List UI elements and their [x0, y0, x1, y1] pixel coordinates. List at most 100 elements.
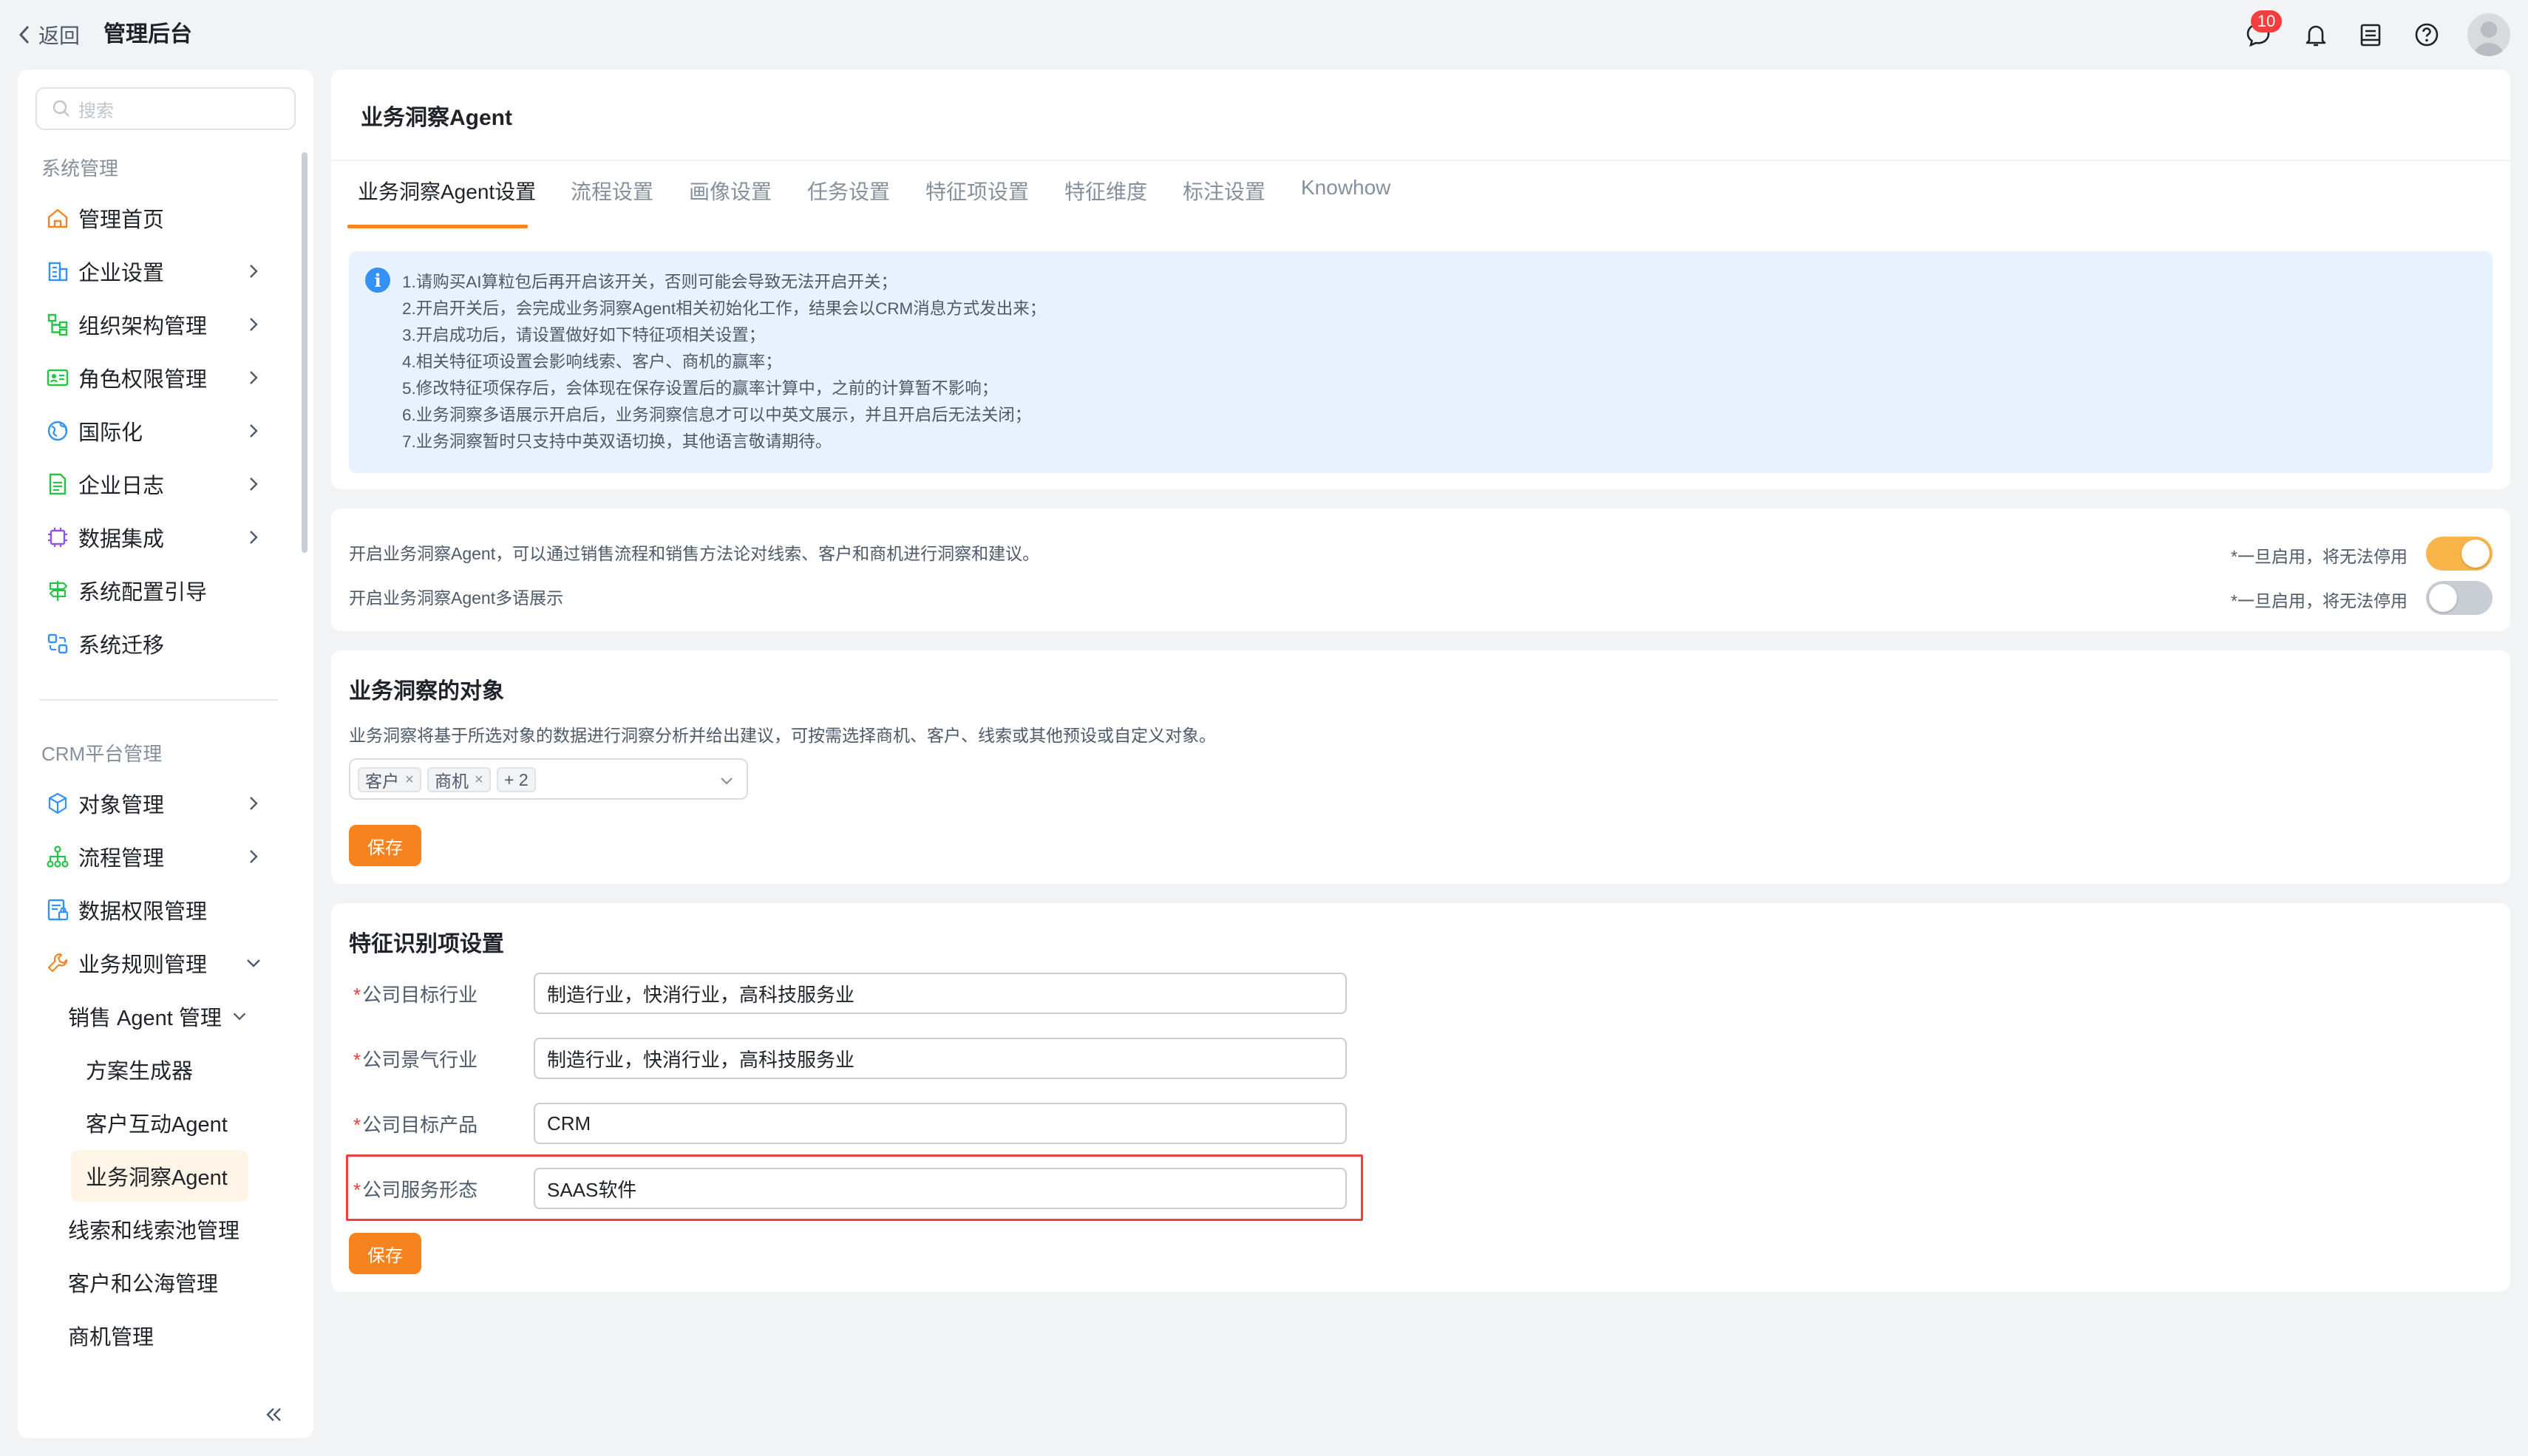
notice-line: 6.业务洞察多语展示开启后，业务洞察信息才可以中英文展示，并且开启后无法关闭；: [402, 406, 1032, 424]
bell-icon: [2306, 25, 2326, 47]
sidebar-item-enterprise[interactable]: 企业设置: [37, 248, 281, 294]
sidebar-item-flows[interactable]: 流程管理: [37, 834, 281, 880]
target-product-field[interactable]: CRM: [534, 1103, 1347, 1144]
sidebar-item-opportunities[interactable]: 商机管理: [68, 1313, 154, 1358]
notice-line: 3.开启成功后，请设置做好如下特征项相关设置；: [402, 326, 766, 344]
target-industry-field[interactable]: 制造行业，快消行业，高科技服务业: [534, 973, 1347, 1014]
features-panel: [331, 903, 2510, 1292]
tab-label-settings[interactable]: 标注设置: [1183, 176, 1265, 205]
chevron-down-icon: [247, 959, 260, 967]
inbox-icon: [2360, 24, 2381, 47]
save-features-button[interactable]: 保存: [349, 1233, 421, 1274]
sidebar-item-data-permission[interactable]: 数据权限管理: [37, 887, 281, 933]
sidebar-item-migration[interactable]: 系统迁移: [37, 621, 281, 667]
enable-agent-toggle[interactable]: [2426, 537, 2493, 571]
close-icon[interactable]: ×: [405, 772, 414, 789]
group-label-system: 系统管理: [41, 157, 119, 180]
notice-line: 2.开启开关后，会完成业务洞察Agent相关初始化工作，结果会以CRM消息方式发…: [402, 299, 1047, 318]
chevron-right-icon: [250, 318, 258, 331]
more-chip-label: + 2: [504, 769, 529, 789]
sidebar-scrollbar[interactable]: [302, 152, 307, 553]
top-bar: [0, 0, 2528, 69]
home-icon: [44, 205, 71, 231]
notice-line: 5.修改特征项保存后，会体现在保存设置后的赢率计算中，之前的计算暂不影响；: [402, 379, 999, 398]
features-title: 特征识别项设置: [349, 932, 504, 956]
chevron-right-icon: [250, 477, 258, 491]
tab-agent-settings[interactable]: 业务洞察Agent设置: [358, 176, 536, 205]
sidebar-item-org[interactable]: 组织架构管理: [37, 302, 281, 347]
tab-task-settings[interactable]: 任务设置: [807, 176, 890, 205]
object-chip-label: 客户: [365, 772, 399, 791]
objects-select[interactable]: 客户 × 商机 × + 2: [349, 758, 748, 800]
sidebar-item-i18n[interactable]: 国际化: [37, 408, 281, 454]
org-chart-icon: [44, 311, 71, 338]
sidebar-item-solution-generator[interactable]: 方案生成器: [71, 1044, 248, 1095]
sidebar-item-customers[interactable]: 客户和公海管理: [68, 1259, 218, 1305]
sidebar-item-config-guide[interactable]: 系统配置引导: [37, 568, 281, 613]
tab-feature-dimensions[interactable]: 特征维度: [1064, 176, 1147, 205]
sidebar-item-label: 国际化: [78, 421, 143, 445]
sidebar-item-logs[interactable]: 企业日志: [37, 461, 281, 507]
avatar[interactable]: [2467, 13, 2510, 56]
back-label: 返回: [38, 24, 81, 47]
info-icon: i: [365, 268, 390, 293]
user-icon: [2473, 21, 2504, 56]
tab-knowhow[interactable]: Knowhow: [1301, 176, 1390, 200]
app-title: 管理后台: [103, 22, 192, 47]
sidebar-item-label: 销售 Agent 管理: [68, 1007, 222, 1030]
notice-line: 4.相关特征项设置会影响线索、客户、商机的赢率；: [402, 353, 782, 371]
booming-industry-field[interactable]: 制造行业，快消行业，高科技服务业: [534, 1038, 1347, 1079]
toggle-panel: [331, 508, 2510, 631]
toggle-label-multilang: 开启业务洞察Agent多语展示: [349, 588, 564, 608]
message-badge: 10: [2251, 10, 2282, 33]
log-icon: [44, 471, 71, 497]
notification-button[interactable]: [2299, 18, 2333, 52]
field-label: *公司目标行业: [353, 984, 478, 1006]
save-objects-button[interactable]: 保存: [349, 825, 421, 866]
sidebar-item-insight-agent[interactable]: 业务洞察Agent: [71, 1150, 248, 1202]
sidebar-item-label: 业务规则管理: [78, 953, 208, 977]
object-chip: 客户 ×: [358, 767, 421, 792]
migrate-icon: [44, 630, 71, 657]
chevron-left-icon: [18, 25, 30, 44]
chevron-right-icon: [250, 850, 258, 863]
multilang-toggle[interactable]: [2426, 581, 2493, 615]
tab-process-settings[interactable]: 流程设置: [571, 176, 653, 205]
sidebar-item-customer-agent[interactable]: 客户互动Agent: [71, 1097, 248, 1149]
chevron-right-icon: [250, 371, 258, 384]
sidebar-item-label: 数据集成: [78, 528, 165, 551]
objects-title: 业务洞察的对象: [349, 679, 504, 704]
sidebar-item-label: 对象管理: [78, 794, 165, 817]
sidebar-item-business-rules[interactable]: 业务规则管理: [37, 940, 281, 986]
collapse-sidebar-icon[interactable]: [260, 1401, 287, 1428]
tab-profile-settings[interactable]: 画像设置: [689, 176, 772, 205]
sidebar-item-data-integration[interactable]: 数据集成: [37, 514, 281, 560]
sidebar-item-roles[interactable]: 角色权限管理: [37, 355, 281, 401]
object-chip-label: 商机: [435, 772, 469, 791]
objects-description: 业务洞察将基于所选对象的数据进行洞察分析并给出建议，可按需选择商机、客户、线索或…: [349, 726, 1216, 745]
page-title: 业务洞察Agent: [361, 106, 512, 130]
sidebar-item-label: 企业设置: [78, 262, 165, 285]
search-icon: [52, 100, 69, 117]
flow-icon: [44, 843, 71, 870]
sidebar-item-sales-agent[interactable]: 销售 Agent 管理: [68, 993, 250, 1039]
sidebar-item-leads[interactable]: 线索和线索池管理: [68, 1206, 239, 1252]
chevron-right-icon: [250, 424, 258, 438]
back-button[interactable]: 返回: [16, 16, 80, 53]
active-tab-indicator: [347, 225, 528, 228]
close-icon[interactable]: ×: [475, 772, 483, 789]
sidebar-item-label: 管理首页: [78, 208, 165, 232]
inbox-button[interactable]: [2354, 18, 2388, 52]
globe-icon: [44, 418, 71, 444]
toggle-warning: *一旦启用，将无法停用: [2231, 547, 2408, 566]
tab-feature-settings[interactable]: 特征项设置: [925, 176, 1029, 205]
search-input[interactable]: 搜索: [35, 87, 296, 130]
sidebar-item-home[interactable]: 管理首页: [37, 195, 281, 241]
sidebar-item-objects[interactable]: 对象管理: [37, 780, 281, 826]
object-chip: 商机 ×: [427, 767, 491, 792]
notice-line: 1.请购买AI算粒包后再开启该开关，否则可能会导致无法开启开关；: [402, 273, 898, 291]
help-button[interactable]: [2410, 18, 2444, 52]
id-card-icon: [44, 364, 71, 391]
notice-line: 7.业务洞察暂时只支持中英双语切换，其他语言敬请期待。: [402, 432, 832, 451]
sidebar-item-label: 流程管理: [78, 847, 165, 871]
